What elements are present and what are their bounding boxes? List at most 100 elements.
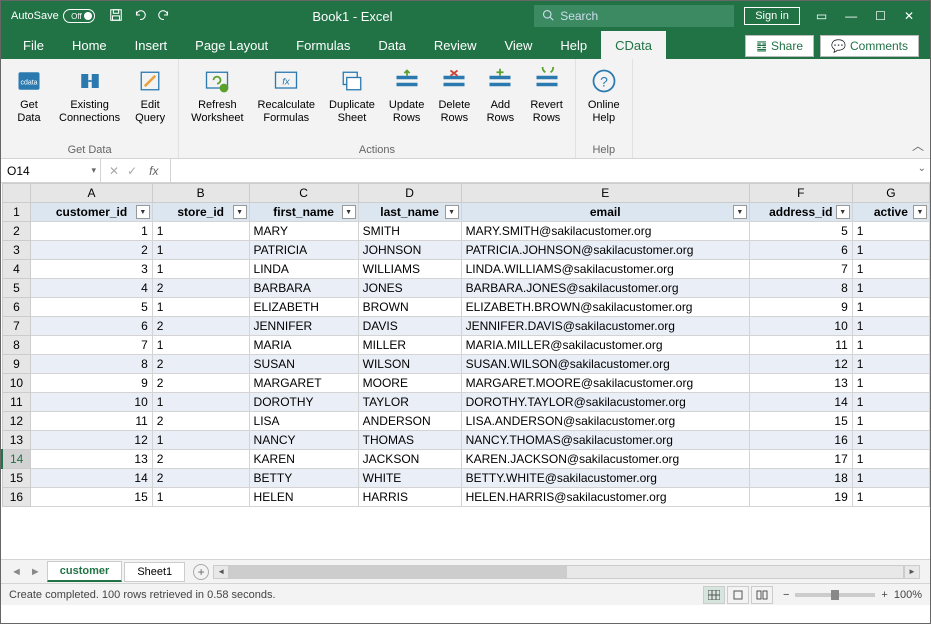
- cell[interactable]: NANCY.THOMAS@sakilacustomer.org: [461, 431, 749, 450]
- add-rows-button[interactable]: Add Rows: [478, 63, 522, 142]
- column-header[interactable]: A: [31, 184, 152, 203]
- cell[interactable]: 1: [852, 355, 929, 374]
- cell[interactable]: 7: [749, 260, 852, 279]
- row-header[interactable]: 14: [2, 450, 31, 469]
- cell[interactable]: MARIA: [249, 336, 358, 355]
- filter-icon[interactable]: ▼: [836, 205, 850, 219]
- cell[interactable]: BARBARA.JONES@sakilacustomer.org: [461, 279, 749, 298]
- select-all-corner[interactable]: [2, 184, 31, 203]
- cell[interactable]: 6: [31, 317, 152, 336]
- cell[interactable]: 1: [152, 488, 249, 507]
- save-icon[interactable]: [109, 8, 123, 25]
- cell[interactable]: LINDA: [249, 260, 358, 279]
- cell[interactable]: BROWN: [358, 298, 461, 317]
- refresh-worksheet-button[interactable]: Refresh Worksheet: [185, 63, 249, 142]
- cell[interactable]: MOORE: [358, 374, 461, 393]
- filter-icon[interactable]: ▼: [733, 205, 747, 219]
- delete-rows-button[interactable]: Delete Rows: [432, 63, 476, 142]
- duplicate-sheet-button[interactable]: Duplicate Sheet: [323, 63, 381, 142]
- cell[interactable]: 9: [31, 374, 152, 393]
- cell[interactable]: 11: [31, 412, 152, 431]
- cell[interactable]: MARGARET: [249, 374, 358, 393]
- cell[interactable]: 2: [152, 279, 249, 298]
- row-header[interactable]: 12: [2, 412, 31, 431]
- share-button[interactable]: ䷥Share: [745, 35, 814, 57]
- filter-icon[interactable]: ▼: [136, 205, 150, 219]
- expand-formula-icon[interactable]: ⌄: [918, 163, 926, 174]
- page-layout-view-icon[interactable]: [727, 586, 749, 604]
- cell[interactable]: SUSAN: [249, 355, 358, 374]
- cell[interactable]: LINDA.WILLIAMS@sakilacustomer.org: [461, 260, 749, 279]
- row-header[interactable]: 15: [2, 469, 31, 488]
- sheet-nav-next-icon[interactable]: ►: [26, 566, 45, 578]
- cell[interactable]: 1: [852, 222, 929, 241]
- column-header[interactable]: C: [249, 184, 358, 203]
- row-header[interactable]: 3: [2, 241, 31, 260]
- existing-connections-button[interactable]: Existing Connections: [53, 63, 126, 142]
- autosave-toggle[interactable]: AutoSave Off: [11, 9, 95, 23]
- cell[interactable]: ANDERSON: [358, 412, 461, 431]
- row-header[interactable]: 8: [2, 336, 31, 355]
- formula-input[interactable]: ⌄: [171, 159, 930, 182]
- row-header[interactable]: 1: [2, 203, 31, 222]
- online-help-button[interactable]: ?Online Help: [582, 63, 626, 142]
- cell[interactable]: 3: [31, 260, 152, 279]
- cell[interactable]: 2: [152, 469, 249, 488]
- cell[interactable]: 8: [749, 279, 852, 298]
- zoom-slider[interactable]: [795, 593, 875, 597]
- column-header[interactable]: G: [852, 184, 929, 203]
- tab-data[interactable]: Data: [364, 32, 419, 59]
- cell[interactable]: PATRICIA: [249, 241, 358, 260]
- sheet-tab-customer[interactable]: customer: [47, 561, 123, 582]
- cell[interactable]: MARY: [249, 222, 358, 241]
- edit-query-button[interactable]: Edit Query: [128, 63, 172, 142]
- cell[interactable]: 1: [852, 431, 929, 450]
- page-break-view-icon[interactable]: [751, 586, 773, 604]
- table-header-cell[interactable]: first_name▼: [249, 203, 358, 222]
- cell[interactable]: MARIA.MILLER@sakilacustomer.org: [461, 336, 749, 355]
- cell[interactable]: 16: [749, 431, 852, 450]
- signin-button[interactable]: Sign in: [744, 7, 800, 25]
- cell[interactable]: DOROTHY: [249, 393, 358, 412]
- column-header[interactable]: F: [749, 184, 852, 203]
- tab-home[interactable]: Home: [58, 32, 121, 59]
- cell[interactable]: WILLIAMS: [358, 260, 461, 279]
- cell[interactable]: HELEN.HARRIS@sakilacustomer.org: [461, 488, 749, 507]
- sheet-tab-sheet1[interactable]: Sheet1: [124, 562, 185, 582]
- row-header[interactable]: 7: [2, 317, 31, 336]
- cell[interactable]: JACKSON: [358, 450, 461, 469]
- filter-icon[interactable]: ▼: [342, 205, 356, 219]
- undo-icon[interactable]: [133, 8, 147, 25]
- cell[interactable]: 15: [31, 488, 152, 507]
- cell[interactable]: NANCY: [249, 431, 358, 450]
- cell[interactable]: 1: [152, 260, 249, 279]
- cell[interactable]: 2: [152, 374, 249, 393]
- table-header-cell[interactable]: address_id▼: [749, 203, 852, 222]
- minimize-icon[interactable]: —: [845, 9, 857, 23]
- row-header[interactable]: 9: [2, 355, 31, 374]
- cell[interactable]: 1: [852, 336, 929, 355]
- cell[interactable]: 14: [749, 393, 852, 412]
- table-header-cell[interactable]: store_id▼: [152, 203, 249, 222]
- row-header[interactable]: 5: [2, 279, 31, 298]
- cell[interactable]: 1: [852, 279, 929, 298]
- column-header[interactable]: D: [358, 184, 461, 203]
- cell[interactable]: 12: [31, 431, 152, 450]
- maximize-icon[interactable]: ☐: [875, 9, 886, 23]
- enter-formula-icon[interactable]: ✓: [127, 164, 137, 178]
- cell[interactable]: WHITE: [358, 469, 461, 488]
- cell[interactable]: 1: [152, 431, 249, 450]
- cell[interactable]: 10: [31, 393, 152, 412]
- cell[interactable]: KAREN.JACKSON@sakilacustomer.org: [461, 450, 749, 469]
- revert-rows-button[interactable]: Revert Rows: [524, 63, 568, 142]
- cell[interactable]: 5: [749, 222, 852, 241]
- table-header-cell[interactable]: last_name▼: [358, 203, 461, 222]
- row-header[interactable]: 6: [2, 298, 31, 317]
- spreadsheet-grid[interactable]: ABCDEFG 1customer_id▼store_id▼first_name…: [1, 183, 930, 559]
- close-icon[interactable]: ✕: [904, 9, 914, 23]
- cell[interactable]: 1: [852, 488, 929, 507]
- column-header[interactable]: E: [461, 184, 749, 203]
- cell[interactable]: 9: [749, 298, 852, 317]
- normal-view-icon[interactable]: [703, 586, 725, 604]
- tab-help[interactable]: Help: [546, 32, 601, 59]
